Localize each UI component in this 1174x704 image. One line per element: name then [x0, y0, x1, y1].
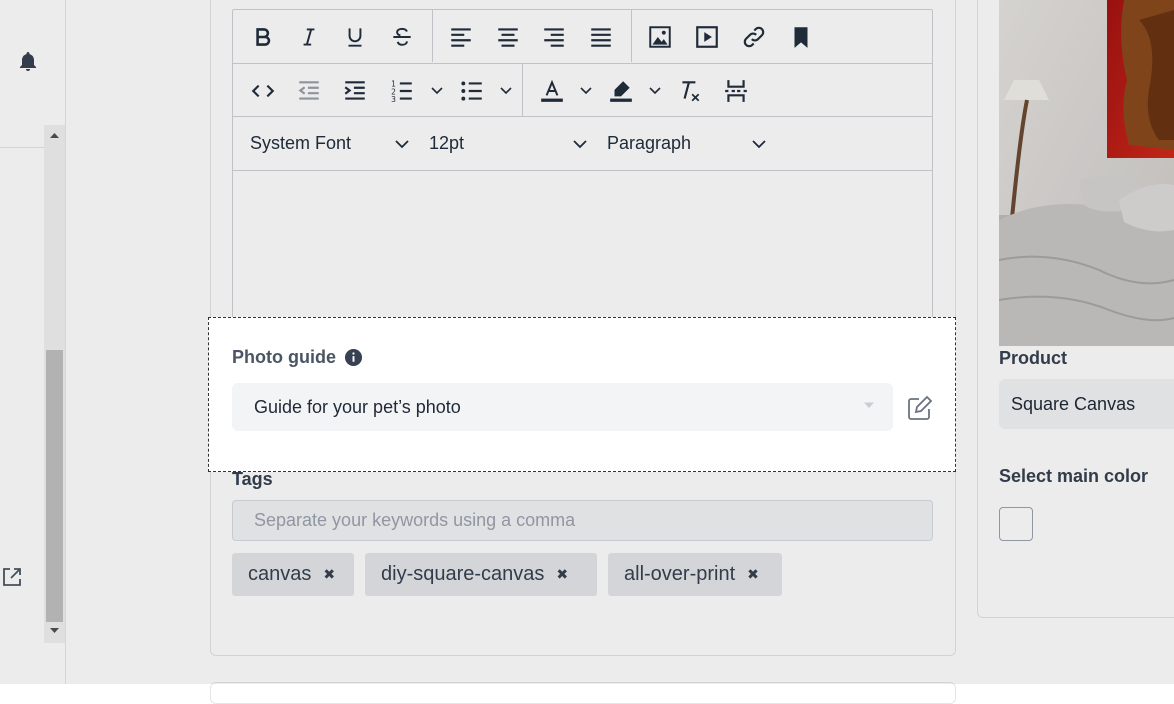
photo-guide-label-text: Photo guide	[232, 347, 336, 367]
caret-down-icon	[864, 402, 874, 408]
photo-guide-select[interactable]: Guide for your pet’s photo	[232, 383, 893, 431]
edit-icon[interactable]	[906, 394, 934, 422]
info-icon[interactable]	[344, 348, 363, 367]
photo-guide-label: Photo guide	[232, 347, 363, 368]
next-card	[210, 682, 956, 704]
photo-guide-value: Guide for your pet’s photo	[254, 396, 461, 417]
